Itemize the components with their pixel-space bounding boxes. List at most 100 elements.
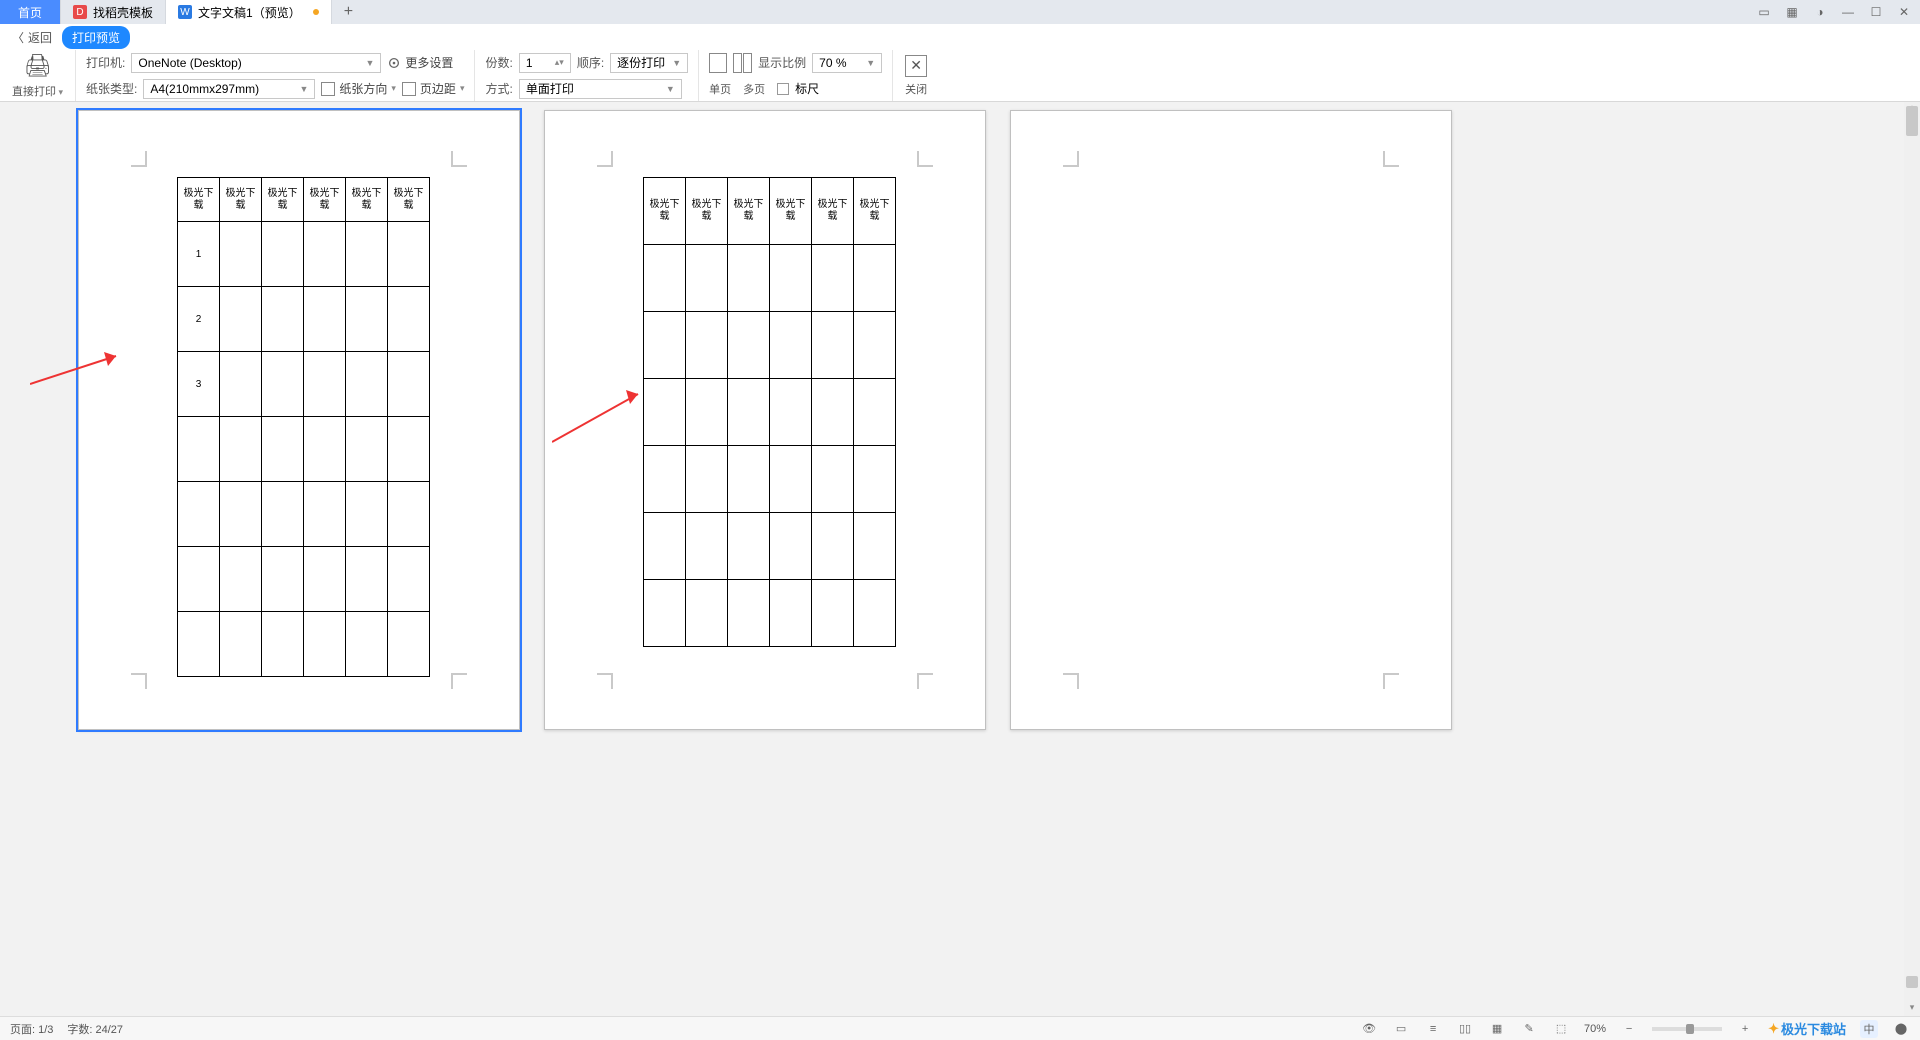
view-group: 显示比例 70 % ▼ 单页 多页 标尺 <box>699 50 893 101</box>
unsaved-dot-icon <box>313 9 319 15</box>
crop-mark-icon <box>597 151 613 167</box>
crop-mark-icon <box>451 151 467 167</box>
table-header: 极光下载 <box>644 178 686 245</box>
chevron-down-icon: ▼ <box>866 58 875 68</box>
view-web-icon[interactable]: ▦ <box>1488 1022 1506 1035</box>
margins-icon <box>402 82 416 96</box>
tray-icon[interactable]: ⬤ <box>1892 1022 1910 1035</box>
zoom-out-icon[interactable]: − <box>1620 1023 1638 1035</box>
toolbar: 🖨 直接打印 ▾ 打印机: OneNote (Desktop) ▼ 更多设置 纸… <box>0 50 1920 102</box>
ribbon-row: 〈 返回 打印预览 <box>0 24 1920 50</box>
table-header: 极光下载 <box>262 178 304 222</box>
eye-icon[interactable]: 👁 <box>1360 1022 1378 1035</box>
layout-icon[interactable]: ▭ <box>1756 5 1772 19</box>
scroll-thumb[interactable] <box>1906 976 1918 988</box>
table-header: 极光下载 <box>178 178 220 222</box>
multi-page-label: 多页 <box>743 81 765 97</box>
scale-select[interactable]: 70 % ▼ <box>812 53 882 73</box>
status-bar: 页面: 1/3 字数: 24/27 👁 ▭ ≡ ▯▯ ▦ ✎ ⬚ 70% − +… <box>0 1016 1920 1040</box>
printer-icon[interactable]: 🖨 <box>24 53 52 79</box>
view-reading-icon[interactable]: ▯▯ <box>1456 1022 1474 1035</box>
chevron-down-icon: ▼ <box>666 84 675 94</box>
direct-print-button[interactable]: 直接打印 ▾ <box>12 83 63 99</box>
chevron-left-icon: 〈 <box>12 29 24 46</box>
single-page-button[interactable] <box>709 53 727 73</box>
printer-value: OneNote (Desktop) <box>138 56 241 70</box>
scroll-thumb[interactable] <box>1906 106 1918 136</box>
printer-label: 打印机: <box>86 54 125 71</box>
zoom-slider[interactable] <box>1652 1027 1722 1031</box>
status-words: 字数: 24/27 <box>67 1021 123 1037</box>
tab-new[interactable]: + <box>332 0 365 24</box>
window-controls: ▭ ▦ ◑ — ☐ ✕ <box>1748 0 1920 24</box>
multi-page-icon <box>733 53 752 73</box>
page-strip: 极光下载 极光下载 极光下载 极光下载 极光下载 极光下载 1 2 3 <box>0 102 1920 738</box>
more-settings-button[interactable]: 更多设置 <box>387 54 453 71</box>
crop-mark-icon <box>917 673 933 689</box>
preview-area: 极光下载 极光下载 极光下载 极光下载 极光下载 极光下载 1 2 3 <box>0 102 1920 1016</box>
tab-home-label: 首页 <box>18 4 42 21</box>
tab-home[interactable]: 首页 <box>0 0 61 24</box>
print-preview-mode[interactable]: 打印预览 <box>62 26 130 49</box>
status-zoom[interactable]: 70% <box>1584 1023 1606 1035</box>
close-group: ✕ 关闭 <box>893 50 939 101</box>
multi-page-button[interactable] <box>733 53 752 73</box>
table-header: 极光下载 <box>728 178 770 245</box>
pencil-icon[interactable]: ✎ <box>1520 1022 1538 1035</box>
crop-mark-icon <box>131 151 147 167</box>
print-mode-select[interactable]: 单面打印 ▼ <box>519 79 682 99</box>
preview-page-2[interactable]: 极光下载 极光下载 极光下载 极光下载 极光下载 极光下载 <box>544 110 986 730</box>
view-outline-icon[interactable]: ≡ <box>1424 1023 1442 1035</box>
copies-group: 份数: 1 ▴▾ 顺序: 逐份打印 ▼ 方式: 单面打印 ▼ <box>475 50 699 101</box>
paper-type-label: 纸张类型: <box>86 80 137 97</box>
table-header: 极光下载 <box>346 178 388 222</box>
skin-icon[interactable]: ◑ <box>1812 5 1828 19</box>
plus-icon: + <box>344 3 353 21</box>
crop-mark-icon <box>451 673 467 689</box>
fit-icon[interactable]: ⬚ <box>1552 1022 1570 1035</box>
close-window-button[interactable]: ✕ <box>1896 5 1912 19</box>
zoom-in-icon[interactable]: + <box>1736 1023 1754 1035</box>
orientation-button[interactable]: 纸张方向 ▾ <box>321 80 396 97</box>
preview-page-3[interactable] <box>1010 110 1452 730</box>
scale-value: 70 % <box>819 56 846 70</box>
tab-templates[interactable]: D 找稻壳模板 <box>61 0 166 24</box>
crop-mark-icon <box>1383 151 1399 167</box>
ime-indicator[interactable]: 中 <box>1860 1020 1878 1038</box>
table-header: 极光下载 <box>388 178 430 222</box>
table-cell: 3 <box>178 352 220 417</box>
paper-type-select[interactable]: A4(210mmx297mm) ▼ <box>143 79 315 99</box>
view-normal-icon[interactable]: ▭ <box>1392 1022 1410 1035</box>
grid-icon[interactable]: ▦ <box>1784 5 1800 19</box>
order-select[interactable]: 逐份打印 ▼ <box>610 53 688 73</box>
orientation-icon <box>321 82 335 96</box>
table-header: 极光下载 <box>854 178 896 245</box>
close-preview-label[interactable]: 关闭 <box>905 81 927 97</box>
crop-mark-icon <box>597 673 613 689</box>
table-header: 极光下载 <box>686 178 728 245</box>
brand-logo: ✦极光下载站 <box>1768 1019 1846 1038</box>
wps-writer-icon: W <box>178 5 192 19</box>
preview-page-1[interactable]: 极光下载 极光下载 极光下载 极光下载 极光下载 极光下载 1 2 3 <box>78 110 520 730</box>
stepper-icon: ▴▾ <box>555 57 564 68</box>
table-header: 极光下载 <box>812 178 854 245</box>
paper-type-value: A4(210mmx297mm) <box>150 82 259 96</box>
margins-button[interactable]: 页边距 ▾ <box>402 80 465 97</box>
tab-document[interactable]: W 文字文稿1（预览） <box>166 0 332 24</box>
minimize-button[interactable]: — <box>1840 5 1856 19</box>
printer-select[interactable]: OneNote (Desktop) ▼ <box>131 53 381 73</box>
single-page-label: 单页 <box>709 81 731 97</box>
back-button[interactable]: 〈 返回 <box>12 29 52 46</box>
tab-templates-label: 找稻壳模板 <box>93 4 153 21</box>
scroll-down-icon[interactable]: ▾ <box>1904 1002 1920 1016</box>
chevron-down-icon: ▼ <box>672 58 681 68</box>
ruler-checkbox[interactable] <box>777 83 789 95</box>
vertical-scrollbar[interactable]: ▴ ▾ <box>1904 102 1920 1016</box>
tab-document-label: 文字文稿1（预览） <box>198 4 301 21</box>
copies-label: 份数: <box>485 54 512 71</box>
copies-stepper[interactable]: 1 ▴▾ <box>519 53 571 73</box>
close-preview-icon[interactable]: ✕ <box>905 55 927 77</box>
maximize-button[interactable]: ☐ <box>1868 5 1884 19</box>
doc-table-2: 极光下载 极光下载 极光下载 极光下载 极光下载 极光下载 <box>643 177 896 647</box>
crop-mark-icon <box>917 151 933 167</box>
